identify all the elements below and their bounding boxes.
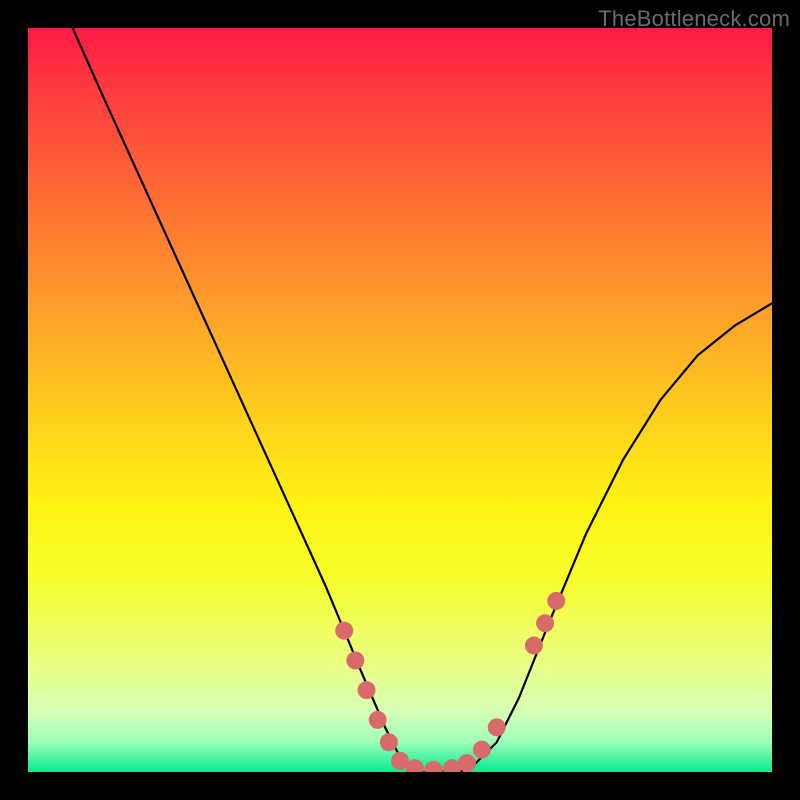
- data-marker: [424, 761, 442, 772]
- data-marker: [547, 592, 565, 610]
- data-marker: [335, 622, 353, 640]
- data-marker: [525, 637, 543, 655]
- data-marker: [458, 754, 476, 772]
- chart-plot-area: [28, 28, 772, 772]
- chart-svg: [28, 28, 772, 772]
- data-marker: [488, 718, 506, 736]
- data-marker: [536, 614, 554, 632]
- data-marker: [473, 741, 491, 759]
- data-marker: [369, 711, 387, 729]
- data-marker: [358, 681, 376, 699]
- data-marker: [346, 651, 364, 669]
- bottleneck-curve: [73, 28, 772, 772]
- data-marker: [380, 733, 398, 751]
- watermark-text: TheBottleneck.com: [598, 6, 790, 32]
- chart-frame: TheBottleneck.com: [0, 0, 800, 800]
